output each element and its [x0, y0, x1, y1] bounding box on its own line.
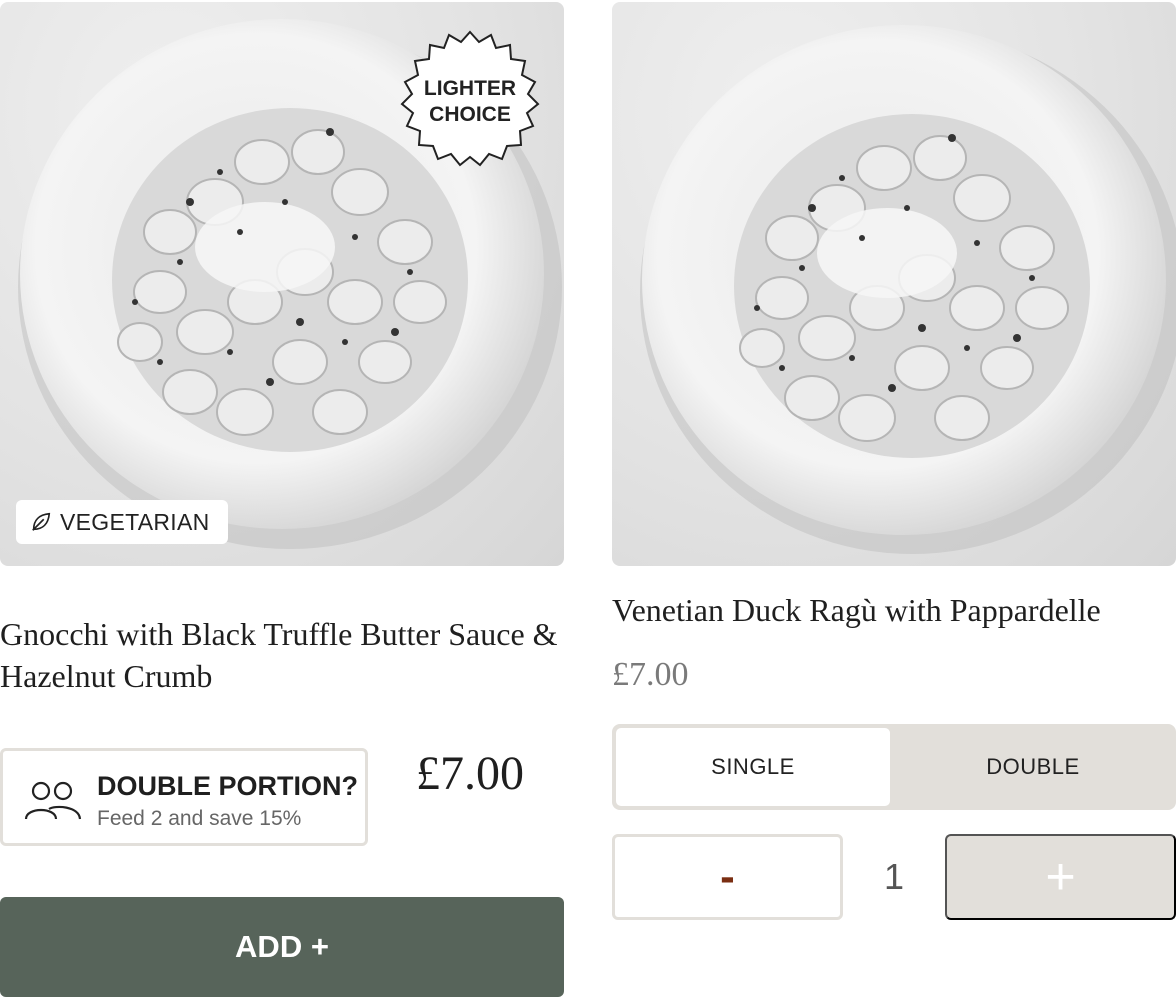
product-price: £7.00: [612, 656, 689, 693]
people-icon: [24, 781, 82, 820]
lighter-line-2: CHOICE: [429, 103, 511, 126]
add-to-basket-button[interactable]: ADD +: [0, 897, 564, 997]
lighter-choice-badge: LIGHTER CHOICE: [398, 30, 542, 174]
product-card-gnocchi: LIGHTER CHOICE VEGETARIAN Gnocchi with B…: [0, 0, 564, 998]
product-image[interactable]: LIGHTER CHOICE VEGETARIAN: [0, 2, 564, 566]
vegetarian-badge: VEGETARIAN: [16, 500, 228, 544]
quantity-value: 1: [883, 856, 905, 897]
double-portion-heading: DOUBLE PORTION?: [97, 771, 358, 801]
vegetarian-label: VEGETARIAN: [60, 508, 210, 535]
double-portion-subtext: Feed 2 and save 15%: [97, 807, 302, 830]
product-title[interactable]: Gnocchi with Black Truffle Butter Sauce …: [0, 613, 564, 697]
product-price: £7.00: [416, 747, 524, 800]
portion-size-toggle: SINGLE DOUBLE: [612, 724, 1176, 810]
lighter-line-1: LIGHTER: [423, 77, 517, 100]
size-option-double[interactable]: DOUBLE: [894, 728, 1172, 806]
product-title[interactable]: Venetian Duck Ragù with Pappardelle: [612, 589, 1176, 631]
increase-quantity-button[interactable]: +: [945, 834, 1176, 920]
pasta-dish-image: [640, 25, 1176, 554]
product-card-duck-ragu: Venetian Duck Ragù with Pappardelle £7.0…: [612, 0, 1176, 998]
decrease-quantity-button[interactable]: -: [612, 834, 843, 920]
leaf-icon: [32, 512, 51, 531]
product-image[interactable]: [612, 2, 1176, 566]
double-portion-option[interactable]: DOUBLE PORTION? Feed 2 and save 15%: [0, 748, 368, 846]
size-option-single[interactable]: SINGLE: [616, 728, 890, 806]
